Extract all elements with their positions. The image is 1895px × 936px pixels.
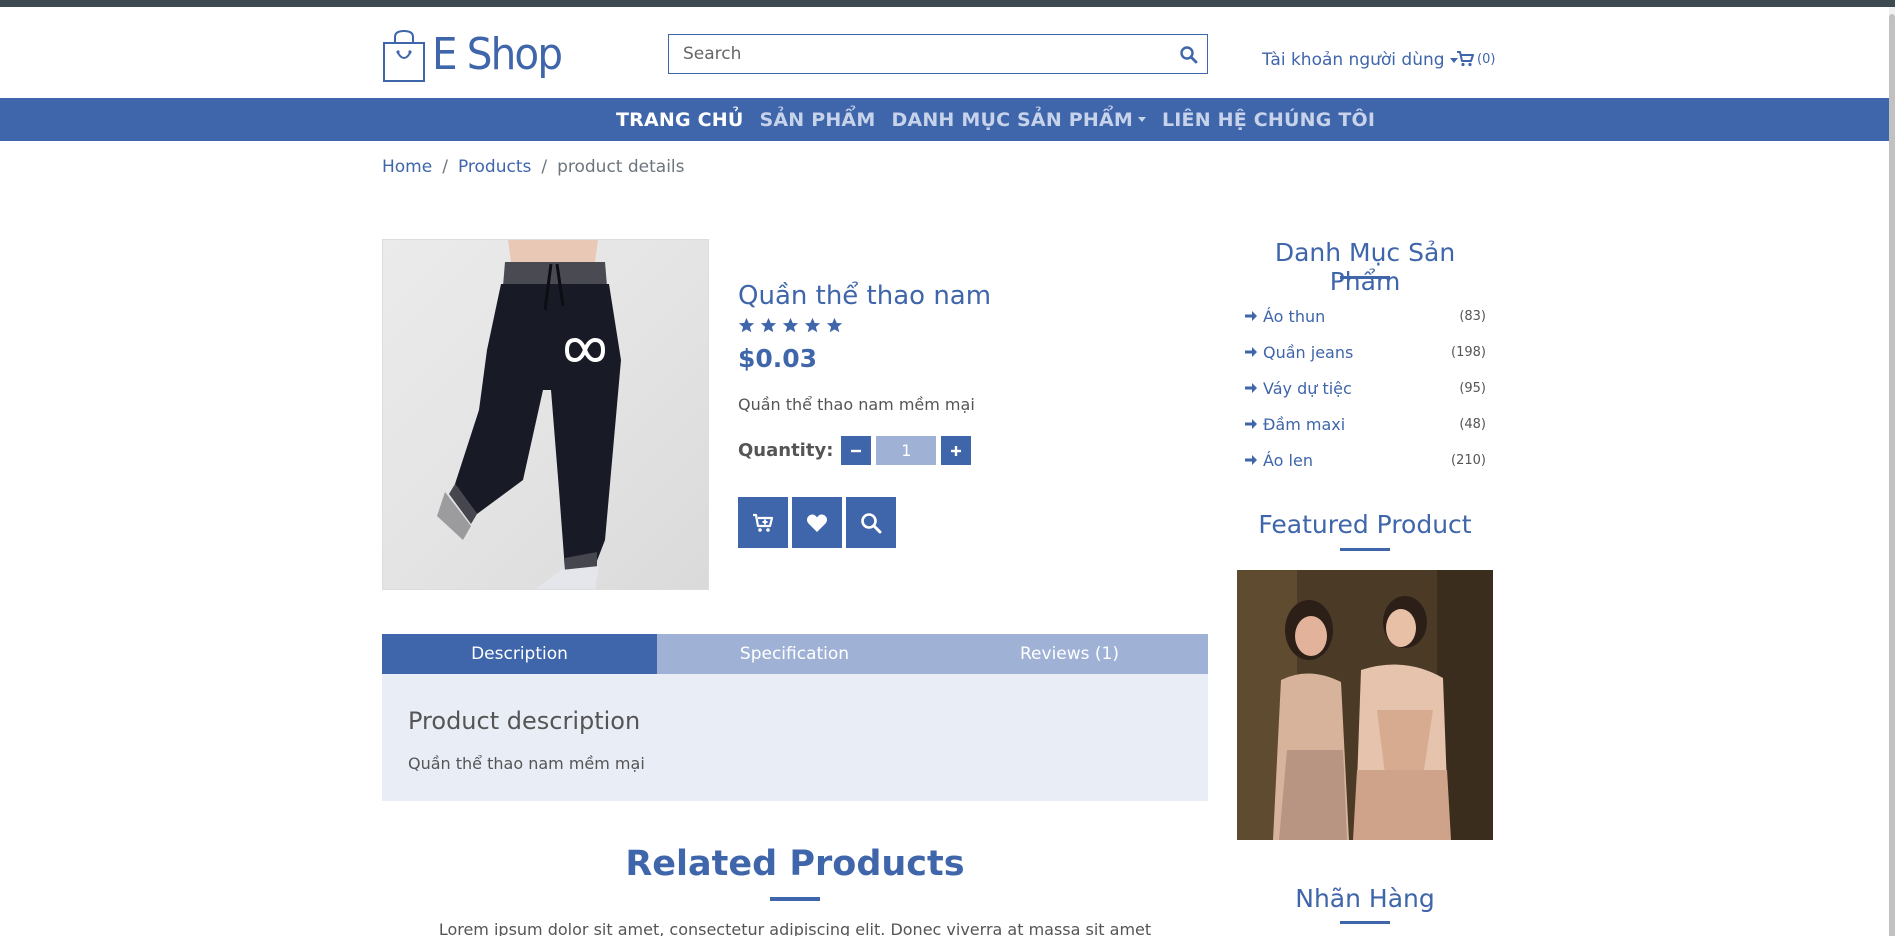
arrow-right-icon — [1245, 311, 1257, 321]
breadcrumb-current: product details — [557, 157, 685, 177]
tab-specification[interactable]: Specification — [657, 634, 932, 674]
product-actions — [738, 497, 896, 548]
category-label: Đầm maxi — [1263, 414, 1346, 434]
product-title: Quần thể thao nam — [738, 281, 992, 311]
plus-icon — [951, 445, 962, 456]
cart-icon — [1457, 51, 1474, 67]
main-nav: TRANG CHỦ SẢN PHẨM DANH MỤC SẢN PHẨM LIÊ… — [0, 98, 1889, 141]
nav-item-home[interactable]: TRANG CHỦ — [616, 109, 743, 131]
sidebar-featured-underline — [1340, 548, 1390, 551]
sidebar-category-item[interactable]: Quần jeans (198) — [1244, 334, 1486, 370]
quantity-stepper: Quantity: — [738, 436, 972, 465]
arrow-right-icon — [1245, 455, 1257, 465]
cart-plus-icon — [753, 513, 774, 532]
arrow-right-icon — [1245, 419, 1257, 429]
add-to-wishlist-button[interactable] — [792, 497, 842, 548]
sidebar-category-item[interactable]: Áo len (210) — [1244, 442, 1486, 478]
rating-stars — [738, 317, 843, 334]
sidebar-featured-title: Featured Product — [1258, 510, 1472, 539]
minus-icon — [851, 449, 862, 452]
search-icon — [861, 512, 882, 533]
category-label: Quần jeans — [1263, 342, 1354, 362]
cart-link[interactable]: (0) — [1456, 51, 1495, 67]
breadcrumb-separator: / — [442, 157, 448, 177]
category-count: (198) — [1451, 344, 1486, 360]
nav-item-categories[interactable]: DANH MỤC SẢN PHẨM — [891, 109, 1146, 131]
arrow-right-icon — [1245, 383, 1257, 393]
breadcrumb: Home / Products / product details — [382, 157, 685, 177]
tab-description[interactable]: Description — [382, 634, 657, 674]
nav-item-products[interactable]: SẢN PHẨM — [759, 109, 875, 131]
star-icon — [738, 317, 755, 333]
related-title-underline — [770, 897, 820, 901]
scrollbar[interactable] — [1889, 7, 1895, 936]
search-icon[interactable] — [1179, 45, 1199, 65]
arrow-right-icon — [1245, 347, 1257, 357]
related-products-title: Related Products — [625, 844, 965, 884]
product-tabs: Description Specification Reviews (1) — [382, 634, 1208, 674]
breadcrumb-home[interactable]: Home — [382, 157, 432, 177]
category-count: (95) — [1459, 380, 1486, 396]
product-short-description: Quần thể thao nam mềm mại — [738, 395, 975, 414]
breadcrumb-separator: / — [541, 157, 548, 177]
panel-title: Product description — [408, 707, 641, 735]
chevron-down-icon — [1137, 117, 1146, 122]
top-strip — [0, 0, 1895, 7]
quick-view-button[interactable] — [846, 497, 896, 548]
nav-item-categories-label: DANH MỤC SẢN PHẨM — [891, 108, 1133, 131]
account-label: Tài khoản người dùng — [1262, 50, 1445, 70]
category-label: Áo thun — [1263, 306, 1326, 326]
shopping-bag-icon — [383, 29, 425, 82]
logo[interactable]: E Shop — [382, 23, 572, 93]
sidebar-category-item[interactable]: Đầm maxi (48) — [1244, 406, 1486, 442]
related-products-text: Lorem ipsum dolor sit amet, consectetur … — [438, 920, 1152, 936]
featured-product-image[interactable] — [1237, 570, 1493, 840]
star-icon — [804, 317, 821, 333]
sidebar-brands-underline — [1340, 921, 1390, 924]
tab-reviews[interactable]: Reviews (1) — [932, 634, 1207, 674]
star-icon — [782, 317, 799, 333]
quantity-decrease-button[interactable] — [841, 436, 872, 465]
category-label: Váy dự tiệc — [1263, 378, 1352, 398]
search-box — [668, 34, 1208, 74]
nav-item-contact[interactable]: LIÊN HỆ CHÚNG TÔI — [1162, 109, 1375, 131]
quantity-input[interactable] — [876, 436, 937, 465]
account-dropdown[interactable]: Tài khoản người dùng — [1262, 50, 1458, 70]
quantity-increase-button[interactable] — [941, 436, 972, 465]
panel-text: Quần thể thao nam mềm mại — [408, 754, 645, 773]
sidebar-category-list: Áo thun (83) Quần jeans (198) Váy dự tiệ… — [1244, 298, 1486, 478]
sidebar-category-item[interactable]: Áo thun (83) — [1244, 298, 1486, 334]
product-photo — [437, 240, 621, 589]
category-label: Áo len — [1263, 450, 1313, 470]
sidebar-brands-title: Nhãn Hàng — [1295, 884, 1435, 913]
star-icon — [760, 317, 777, 333]
breadcrumb-products[interactable]: Products — [458, 157, 531, 177]
star-icon — [826, 317, 843, 333]
quantity-label: Quantity: — [738, 440, 834, 461]
search-input[interactable] — [669, 35, 1207, 73]
scrollbar-thumb[interactable] — [1889, 14, 1895, 936]
add-to-cart-button[interactable] — [738, 497, 788, 548]
category-count: (48) — [1459, 416, 1486, 432]
category-count: (83) — [1459, 308, 1486, 324]
featured-photo — [1237, 570, 1493, 840]
heart-icon — [806, 513, 828, 532]
cart-count: (0) — [1477, 51, 1496, 67]
site-header: E Shop Tài khoản người dùng (0) — [0, 7, 1895, 98]
sidebar-category-item[interactable]: Váy dự tiệc (95) — [1244, 370, 1486, 406]
logo-text: E Shop — [432, 29, 563, 80]
product-price: $0.03 — [738, 344, 818, 373]
product-image[interactable] — [382, 239, 709, 590]
category-count: (210) — [1451, 452, 1486, 468]
sidebar-categories-title: Danh Mục Sản Phẩm — [1274, 238, 1456, 296]
sidebar-categories-underline — [1340, 276, 1390, 279]
tab-panel-description: Product description Quần thể thao nam mề… — [382, 674, 1208, 801]
